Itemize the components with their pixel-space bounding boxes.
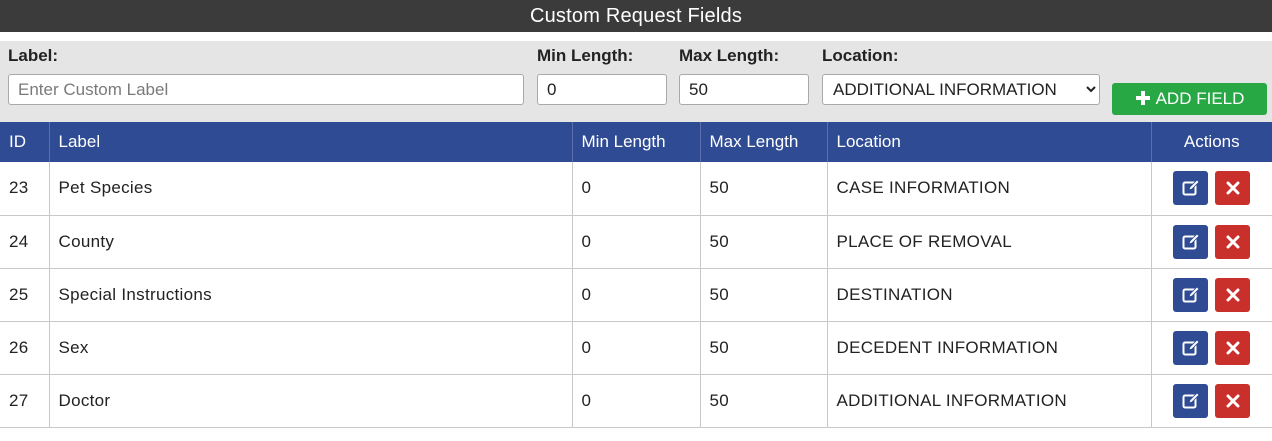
cell-id: 24 xyxy=(0,215,50,269)
min-length-field-group: Min Length: xyxy=(537,41,667,105)
column-header-max-length[interactable]: Max Length xyxy=(700,122,828,162)
table-row: 26 Sex 0 50 DECEDENT INFORMATION xyxy=(0,321,1272,375)
cell-actions xyxy=(1151,215,1272,269)
cell-id: 23 xyxy=(0,162,50,216)
location-select[interactable]: ADDITIONAL INFORMATION xyxy=(822,74,1100,105)
location-label: Location: xyxy=(822,46,899,65)
edit-button[interactable] xyxy=(1173,330,1209,365)
column-header-id[interactable]: ID xyxy=(0,122,50,162)
cell-actions xyxy=(1151,162,1272,216)
spacer xyxy=(0,32,1272,41)
max-length-field-group: Max Length: xyxy=(679,41,809,105)
column-header-min-length[interactable]: Min Length xyxy=(572,122,701,162)
cell-location: ADDITIONAL INFORMATION xyxy=(827,374,1152,428)
table-row: 23 Pet Species 0 50 CASE INFORMATION xyxy=(0,162,1272,216)
cell-min-length: 0 xyxy=(572,321,701,375)
cell-id: 27 xyxy=(0,374,50,428)
title-bar: Custom Request Fields xyxy=(0,0,1272,32)
edit-icon xyxy=(1182,179,1200,196)
add-field-button-label: ADD FIELD xyxy=(1155,89,1245,108)
cell-id: 26 xyxy=(0,321,50,375)
cell-location: CASE INFORMATION xyxy=(827,162,1152,216)
cell-label: Special Instructions xyxy=(49,268,573,322)
table-row: 27 Doctor 0 50 ADDITIONAL INFORMATION xyxy=(0,374,1272,428)
plus-icon xyxy=(1135,88,1151,110)
edit-button[interactable] xyxy=(1173,383,1209,418)
close-icon xyxy=(1226,341,1240,354)
max-length-label: Max Length: xyxy=(679,46,780,65)
cell-min-length: 0 xyxy=(572,268,701,322)
cell-max-length: 50 xyxy=(700,374,828,428)
label-field-group: Label: xyxy=(8,41,524,105)
cell-label: Pet Species xyxy=(49,162,573,216)
column-header-location[interactable]: Location xyxy=(827,122,1152,162)
cell-min-length: 0 xyxy=(572,162,701,216)
cell-location: DECEDENT INFORMATION xyxy=(827,321,1152,375)
close-icon xyxy=(1226,288,1240,301)
cell-actions xyxy=(1151,268,1272,322)
edit-button[interactable] xyxy=(1173,224,1209,259)
edit-icon xyxy=(1182,338,1200,355)
edit-button[interactable] xyxy=(1173,277,1209,312)
delete-button[interactable] xyxy=(1215,330,1251,365)
cell-location: PLACE OF REMOVAL xyxy=(827,215,1152,269)
edit-icon xyxy=(1182,391,1200,408)
cell-location: DESTINATION xyxy=(827,268,1152,322)
cell-id: 25 xyxy=(0,268,50,322)
cell-label: Doctor xyxy=(49,374,573,428)
cell-max-length: 50 xyxy=(700,215,828,269)
location-field-group: Location: ADDITIONAL INFORMATION xyxy=(822,41,1100,105)
edit-icon xyxy=(1182,232,1200,249)
table-row: 24 County 0 50 PLACE OF REMOVAL xyxy=(0,215,1272,269)
cell-max-length: 50 xyxy=(700,268,828,322)
min-length-input[interactable] xyxy=(537,74,667,105)
add-field-button[interactable]: ADD FIELD xyxy=(1112,83,1267,115)
label-input[interactable] xyxy=(8,74,524,105)
cell-max-length: 50 xyxy=(700,321,828,375)
table-row: 25 Special Instructions 0 50 DESTINATION xyxy=(0,268,1272,322)
cell-label: County xyxy=(49,215,573,269)
cell-label: Sex xyxy=(49,321,573,375)
delete-button[interactable] xyxy=(1215,383,1251,418)
cell-min-length: 0 xyxy=(572,374,701,428)
table-header-row: ID Label Min Length Max Length Location … xyxy=(0,122,1272,162)
cell-actions xyxy=(1151,374,1272,428)
delete-button[interactable] xyxy=(1215,171,1251,206)
custom-fields-table: ID Label Min Length Max Length Location … xyxy=(0,122,1272,428)
close-icon xyxy=(1226,235,1240,248)
label-field-label: Label: xyxy=(8,46,59,65)
cell-actions xyxy=(1151,321,1272,375)
max-length-input[interactable] xyxy=(679,74,809,105)
close-icon xyxy=(1226,394,1240,407)
cell-max-length: 50 xyxy=(700,162,828,216)
cell-min-length: 0 xyxy=(572,215,701,269)
column-header-actions: Actions xyxy=(1151,122,1272,162)
page-title: Custom Request Fields xyxy=(529,4,743,27)
min-length-label: Min Length: xyxy=(537,46,634,65)
delete-button[interactable] xyxy=(1215,277,1251,312)
edit-button[interactable] xyxy=(1173,171,1209,206)
delete-button[interactable] xyxy=(1215,224,1251,259)
column-header-label[interactable]: Label xyxy=(49,122,573,162)
close-icon xyxy=(1226,181,1240,195)
edit-icon xyxy=(1182,285,1200,302)
add-field-form: Label: Min Length: Max Length: Location:… xyxy=(0,41,1272,122)
